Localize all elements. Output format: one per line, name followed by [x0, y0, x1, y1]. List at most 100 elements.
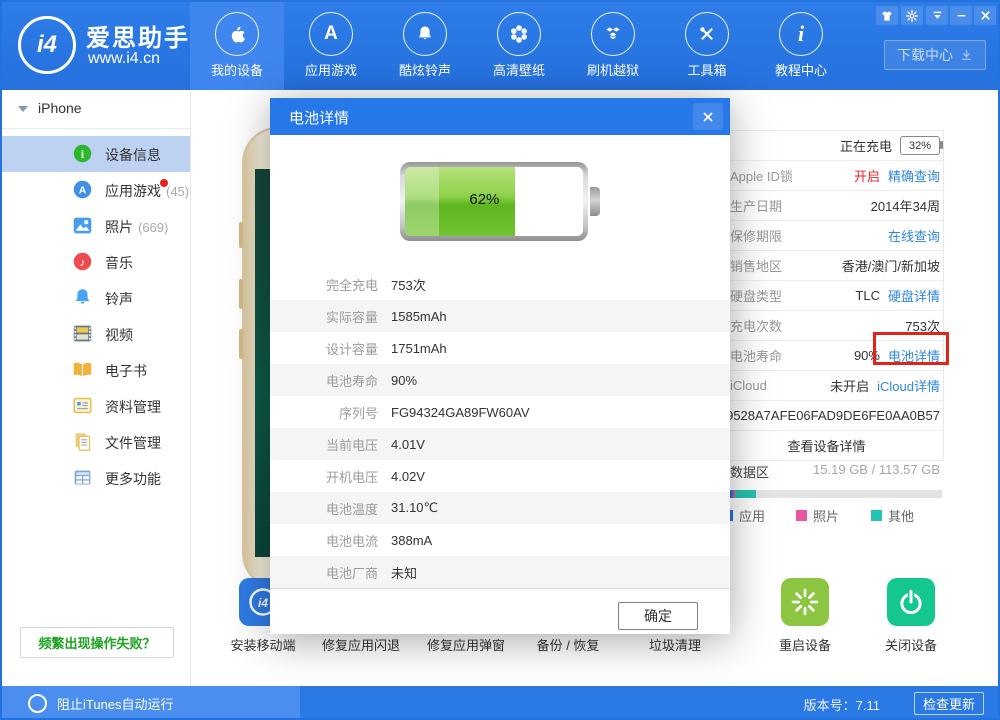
dialog-footer: 确定 [270, 588, 730, 635]
dialog-titlebar: 电池详情 [270, 98, 730, 135]
itunes-toggle-radio[interactable] [28, 694, 47, 713]
table-row: 电池温度31.10℃ [270, 492, 730, 524]
restart-burst-icon [781, 578, 829, 626]
feature-shutdown-device[interactable]: 关闭设备 [869, 578, 953, 654]
power-icon [887, 578, 935, 626]
sidebar-item-device-info[interactable]: i 设备信息 [2, 136, 190, 172]
charge-count-row: 充电次数 753次 [710, 311, 943, 341]
operation-failed-help-button[interactable]: 频繁出现操作失败？ [20, 627, 174, 658]
music-icon: ♪ [72, 251, 93, 272]
appstore-icon: A [72, 179, 93, 200]
sidebar-item-data-management[interactable]: 资料管理 [2, 388, 190, 424]
view-device-details-button[interactable]: 查看设备详情 [710, 431, 943, 461]
nav-wallpapers[interactable]: 高清壁纸 [472, 0, 566, 90]
production-date-row: 生产日期 2014年34周 [710, 191, 943, 221]
itunes-toggle-area: 阻止iTunes自动运行 [0, 686, 300, 720]
status-bar: 阻止iTunes自动运行 版本号：7.11 检查更新 [0, 686, 1000, 720]
nav-toolbox[interactable]: 工具箱 [660, 0, 754, 90]
table-row: 设计容量1751mAh [270, 332, 730, 364]
bell-icon [403, 12, 447, 56]
svg-text:♪: ♪ [80, 257, 86, 269]
book-icon [72, 359, 93, 380]
brand-logo: i4 爱思助手 www.i4.cn [12, 12, 192, 82]
svg-text:i4: i4 [258, 596, 268, 610]
nav-flash-jailbreak[interactable]: 刷机越狱 [566, 0, 660, 90]
app-window: i4 爱思助手 www.i4.cn 我的设备 A 应用游戏 酷炫铃声 [0, 0, 1000, 720]
icloud-row: iCloud 未开启 iCloud详情 [710, 371, 943, 401]
itunes-toggle-label: 阻止iTunes自动运行 [57, 694, 174, 713]
info-icon: i [779, 12, 823, 56]
sidebar-item-more-features[interactable]: 更多功能 [2, 460, 190, 496]
table-row: 完全充电753次 [270, 268, 730, 300]
feature-restart-device[interactable]: 重启设备 [763, 578, 847, 654]
appstore-icon: A [309, 12, 353, 56]
storage-section: 数据区 15.19 GB / 113.57 GB 应用 照片 其他 [710, 462, 943, 498]
photos-color-swatch [796, 510, 807, 521]
table-row: 电池寿命90% [270, 364, 730, 396]
battery-details-link[interactable]: 电池详情 [888, 346, 940, 365]
dialog-close-icon[interactable] [693, 103, 723, 130]
legend-photos: 照片 [796, 506, 839, 525]
device-selector[interactable]: iPhone [2, 90, 190, 129]
grid-icon [72, 467, 93, 488]
notification-dot [160, 179, 168, 187]
battery-percent-label: 62% [469, 191, 499, 208]
sidebar-item-music[interactable]: ♪ 音乐 [2, 244, 190, 280]
battery-detail-rows: 完全充电753次 实际容量1585mAh 设计容量1751mAh 电池寿命90%… [270, 268, 730, 588]
warranty-row: 保修期限 在线查询 [710, 221, 943, 251]
disk-type-row: 硬盘类型 TLC 硬盘详情 [710, 281, 943, 311]
box-icon [591, 12, 635, 56]
sidebar-item-photos[interactable]: 照片(669) [2, 208, 190, 244]
nav-tutorials[interactable]: i 教程中心 [754, 0, 848, 90]
table-row: 当前电压4.01V [270, 428, 730, 460]
precise-query-link[interactable]: 精确查询 [888, 166, 940, 185]
online-query-link[interactable]: 在线查询 [888, 226, 940, 245]
app-url: www.i4.cn [88, 50, 160, 68]
collapse-menu-icon[interactable] [926, 6, 948, 25]
bell-icon [72, 287, 93, 308]
table-row: 电池电流388mA [270, 524, 730, 556]
ok-button[interactable]: 确定 [618, 602, 698, 630]
svg-text:i: i [81, 149, 84, 161]
sidebar-item-app-games[interactable]: A 应用游戏(45) [2, 172, 190, 208]
storage-label: 数据区 [730, 462, 769, 481]
tools-icon [685, 12, 729, 56]
other-color-swatch [871, 510, 882, 521]
sidebar-item-ringtones[interactable]: 铃声 [2, 280, 190, 316]
nav-app-games[interactable]: A 应用游戏 [284, 0, 378, 90]
sidebar-item-ebooks[interactable]: 电子书 [2, 352, 190, 388]
nav-ringtones[interactable]: 酷炫铃声 [378, 0, 472, 90]
storage-segment-other [735, 490, 756, 498]
chevron-down-icon [18, 106, 28, 112]
apple-icon [215, 12, 259, 56]
version-label: 版本号：7.11 [804, 695, 880, 714]
table-row: 电池厂商未知 [270, 556, 730, 588]
download-icon [960, 49, 973, 62]
table-row: 序列号FG94324GA89FW60AV [270, 396, 730, 428]
table-row: 实际容量1585mAh [270, 300, 730, 332]
svg-text:A: A [79, 184, 87, 196]
i4-logo-icon: i4 [18, 16, 76, 74]
device-info-panel: 正在充电 32% Apple ID锁 开启 精确查询 生产日期 2014年34周… [710, 130, 944, 461]
settings-gear-icon[interactable] [901, 6, 923, 25]
icloud-details-link[interactable]: iCloud详情 [877, 376, 940, 395]
sales-region-row: 销售地区 香港/澳门/新加坡 [710, 251, 943, 281]
battery-life-row: 电池寿命 90% 电池详情 [710, 341, 943, 371]
storage-usage: 15.19 GB / 113.57 GB [813, 462, 940, 477]
device-info-icon: i [72, 143, 93, 164]
check-update-button[interactable]: 检查更新 [914, 692, 984, 715]
storage-bar [710, 490, 942, 498]
flower-icon [497, 12, 541, 56]
sidebar-item-file-management[interactable]: 文件管理 [2, 424, 190, 460]
close-icon[interactable] [974, 6, 996, 25]
minimize-icon[interactable] [950, 6, 972, 25]
data-card-icon [72, 395, 93, 416]
sidebar-item-videos[interactable]: 视频 [2, 316, 190, 352]
battery-terminal [590, 187, 600, 216]
download-center-button[interactable]: 下载中心 [884, 40, 986, 70]
disk-details-link[interactable]: 硬盘详情 [888, 286, 940, 305]
nav-my-device[interactable]: 我的设备 [190, 0, 284, 90]
skin-icon[interactable] [876, 6, 898, 25]
table-row: 开机电压4.02V [270, 460, 730, 492]
charging-status-row: 正在充电 32% [710, 131, 943, 161]
